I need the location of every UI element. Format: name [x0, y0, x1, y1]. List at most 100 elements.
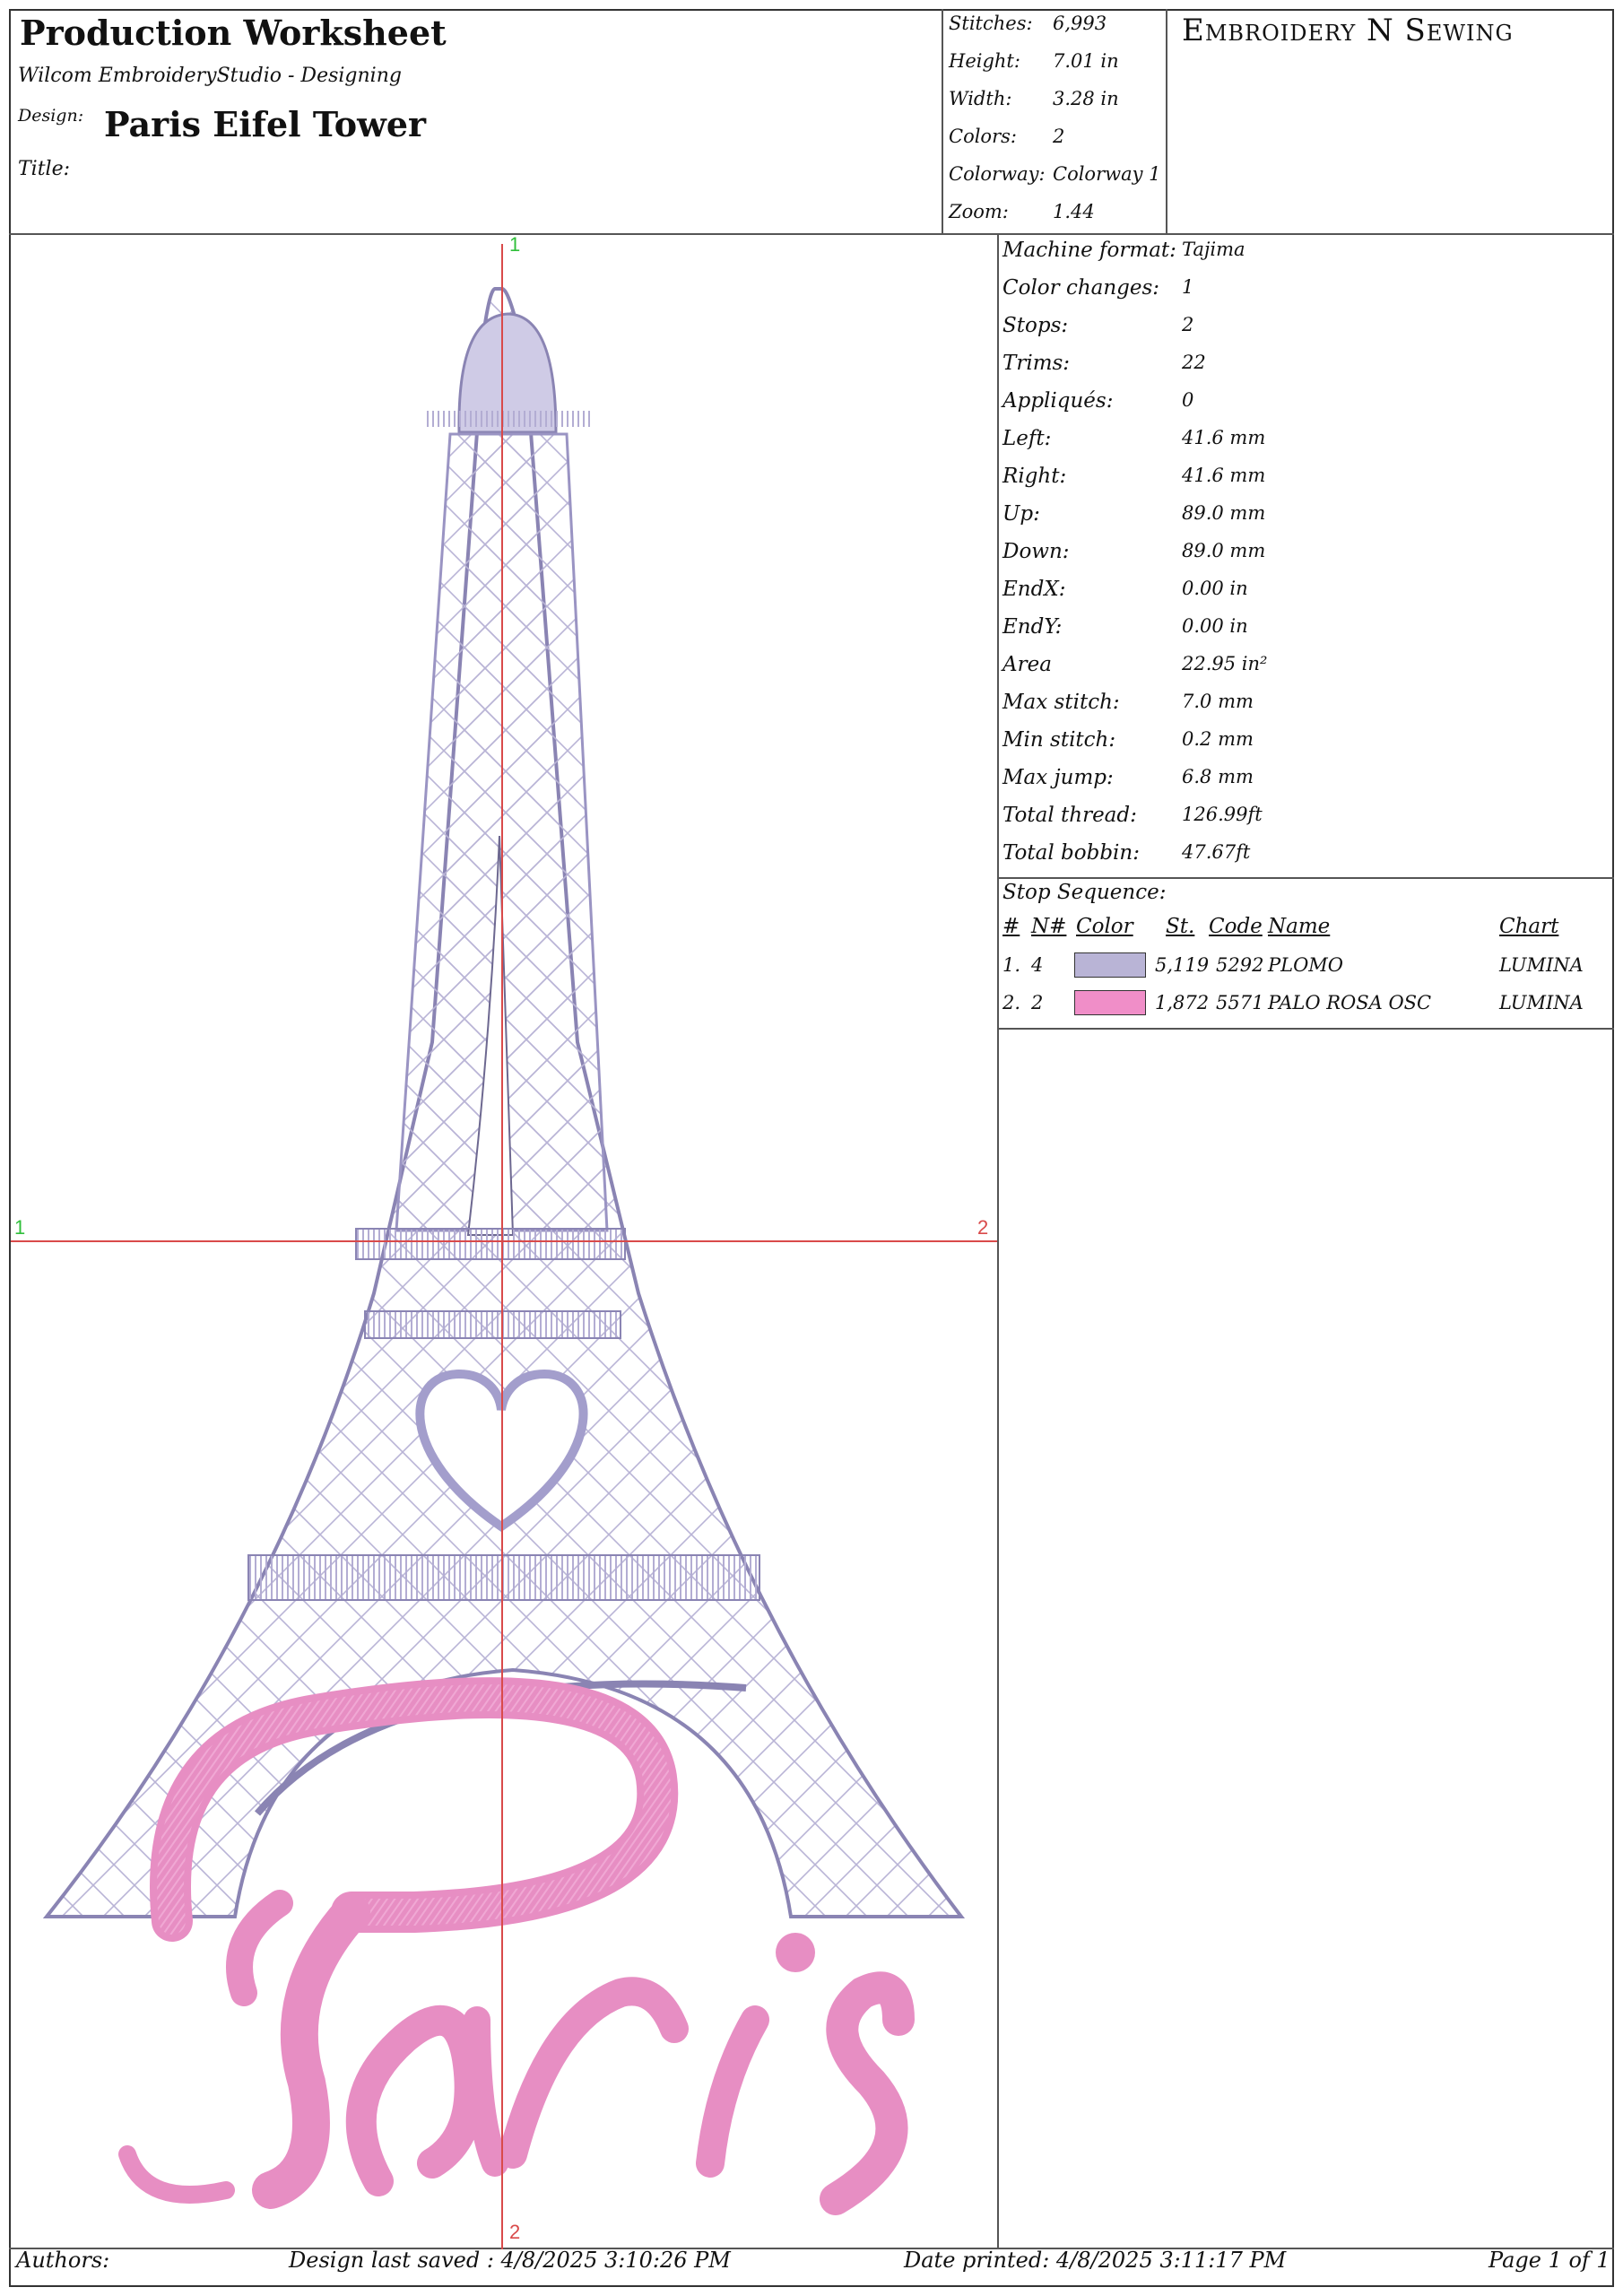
machine-row: Max jump: 6.8 mm	[1002, 766, 1254, 789]
design-label: Design:	[18, 106, 84, 126]
machine-label: Down:	[1002, 540, 1070, 563]
guide-label-bottom: 2	[509, 2221, 521, 2243]
stop-sequence-bottom	[997, 1028, 1614, 1030]
thread-color-swatch	[1074, 990, 1146, 1015]
machine-label: EndY:	[1002, 615, 1063, 639]
machine-value: 7.0 mm	[1182, 691, 1254, 712]
guide-label-left: 1	[14, 1216, 26, 1239]
thread-color-swatch	[1074, 952, 1146, 978]
stop-column-header: Color	[1076, 915, 1133, 938]
guide-label-right: 2	[977, 1216, 989, 1239]
machine-value: 6.8 mm	[1182, 766, 1254, 787]
machine-value: 1	[1182, 276, 1194, 298]
machine-value: 89.0 mm	[1182, 502, 1266, 524]
footer-printed: Date printed: 4/8/2025 3:11:17 PM	[904, 2248, 1287, 2273]
stat-row: Stitches: 6,993	[949, 13, 1107, 34]
machine-row: EndY: 0.00 in	[1002, 615, 1248, 639]
stop-cell-name: PLOMO	[1268, 954, 1344, 976]
machine-value: 0.00 in	[1182, 615, 1248, 637]
footer-saved: Design last saved : 4/8/2025 3:10:26 PM	[289, 2248, 731, 2273]
stat-row: Colors: 2	[949, 126, 1064, 147]
stop-cell-n: 4	[1031, 954, 1044, 976]
machine-label: Trims:	[1002, 352, 1071, 375]
stop-cell-chart: LUMINA	[1499, 954, 1584, 976]
stop-cell-n: 2	[1031, 992, 1044, 1013]
design-preview-svg	[11, 244, 997, 2249]
software-name: Wilcom EmbroideryStudio - Designing	[18, 65, 402, 87]
machine-value: 89.0 mm	[1182, 540, 1266, 561]
machine-value: 2	[1182, 314, 1194, 335]
machine-value: Tajima	[1182, 239, 1245, 260]
machine-row: Color changes: 1	[1002, 276, 1193, 300]
stat-row: Zoom: 1.44	[949, 201, 1095, 222]
stop-cell-code: 5571	[1216, 992, 1264, 1013]
machine-row: Up: 89.0 mm	[1002, 502, 1265, 526]
spire-platform	[423, 411, 594, 427]
tower-middle-band	[364, 1310, 621, 1339]
stat-value: 3.28 in	[1053, 88, 1119, 109]
stat-label: Zoom:	[949, 201, 1009, 222]
machine-label: EndX:	[1002, 578, 1066, 601]
machine-value: 22.95 in²	[1182, 653, 1268, 674]
stat-value: 2	[1053, 126, 1065, 147]
machine-label: Total thread:	[1002, 804, 1137, 827]
footer-authors: Authors:	[16, 2248, 110, 2273]
stats-divider-right	[1166, 9, 1167, 235]
machine-label: Max stitch:	[1002, 691, 1120, 714]
stop-cell-num: 1.	[1002, 954, 1021, 976]
machine-label: Min stitch:	[1002, 728, 1116, 752]
stat-value: 7.01 in	[1053, 50, 1119, 72]
stop-cell-num: 2.	[1002, 992, 1021, 1013]
stat-row: Width: 3.28 in	[949, 88, 1119, 109]
stop-sequence-title: Stop Sequence:	[1002, 881, 1167, 904]
stop-column-header: Chart	[1499, 915, 1559, 938]
stop-column-header: N#	[1031, 915, 1067, 938]
machine-value: 41.6 mm	[1182, 465, 1266, 486]
machine-row: Appliqués: 0	[1002, 389, 1193, 413]
machine-row: Total bobbin: 47.67ft	[1002, 841, 1250, 865]
machine-row: EndX: 0.00 in	[1002, 578, 1248, 601]
stop-sequence-divider	[997, 877, 1614, 879]
footer-page: Page 1 of 1	[1488, 2248, 1610, 2273]
stat-label: Colorway:	[949, 163, 1046, 185]
machine-label: Machine format:	[1002, 239, 1176, 262]
machine-value: 0.00 in	[1182, 578, 1248, 599]
machine-row: Right: 41.6 mm	[1002, 465, 1265, 488]
stop-column-header: St.	[1166, 915, 1195, 938]
stat-value: 1.44	[1053, 201, 1095, 222]
machine-row: Stops: 2	[1002, 314, 1193, 337]
machine-value: 22	[1182, 352, 1206, 373]
design-preview	[11, 235, 997, 2249]
machine-value: 0	[1182, 389, 1194, 411]
brand-name: Embroidery N Sewing	[1182, 13, 1514, 48]
machine-row: Area 22.95 in²	[1002, 653, 1267, 676]
machine-row: Min stitch: 0.2 mm	[1002, 728, 1254, 752]
title-label: Title:	[18, 158, 71, 180]
stop-cell-st: 5,119	[1155, 954, 1210, 976]
machine-row: Left: 41.6 mm	[1002, 427, 1265, 450]
stop-column-header: #	[1002, 915, 1020, 938]
stat-row: Colorway: Colorway 1	[949, 163, 1161, 185]
stop-cell-name: PALO ROSA OSC	[1268, 992, 1432, 1013]
tower-upper-platform	[355, 1228, 626, 1260]
guide-label-top: 1	[509, 233, 521, 256]
stats-divider-left	[942, 9, 943, 235]
stat-label: Height:	[949, 50, 1020, 72]
worksheet-title: Production Worksheet	[20, 13, 447, 53]
machine-value: 0.2 mm	[1182, 728, 1254, 750]
design-name: Paris Eifel Tower	[104, 104, 427, 144]
tower-lower-platform	[247, 1554, 760, 1601]
stop-column-header: Code	[1209, 915, 1263, 938]
machine-row: Down: 89.0 mm	[1002, 540, 1265, 563]
stat-value: 6,993	[1053, 13, 1107, 34]
machine-label: Color changes:	[1002, 276, 1160, 300]
stat-label: Width:	[949, 88, 1012, 109]
stop-cell-st: 1,872	[1155, 992, 1210, 1013]
machine-row: Trims: 22	[1002, 352, 1206, 375]
stop-column-header: Name	[1268, 915, 1331, 938]
machine-label: Stops:	[1002, 314, 1069, 337]
stat-label: Colors:	[949, 126, 1017, 147]
machine-value: 47.67ft	[1182, 841, 1251, 863]
stop-cell-code: 5292	[1216, 954, 1264, 976]
machine-row: Machine format: Tajima	[1002, 239, 1245, 262]
